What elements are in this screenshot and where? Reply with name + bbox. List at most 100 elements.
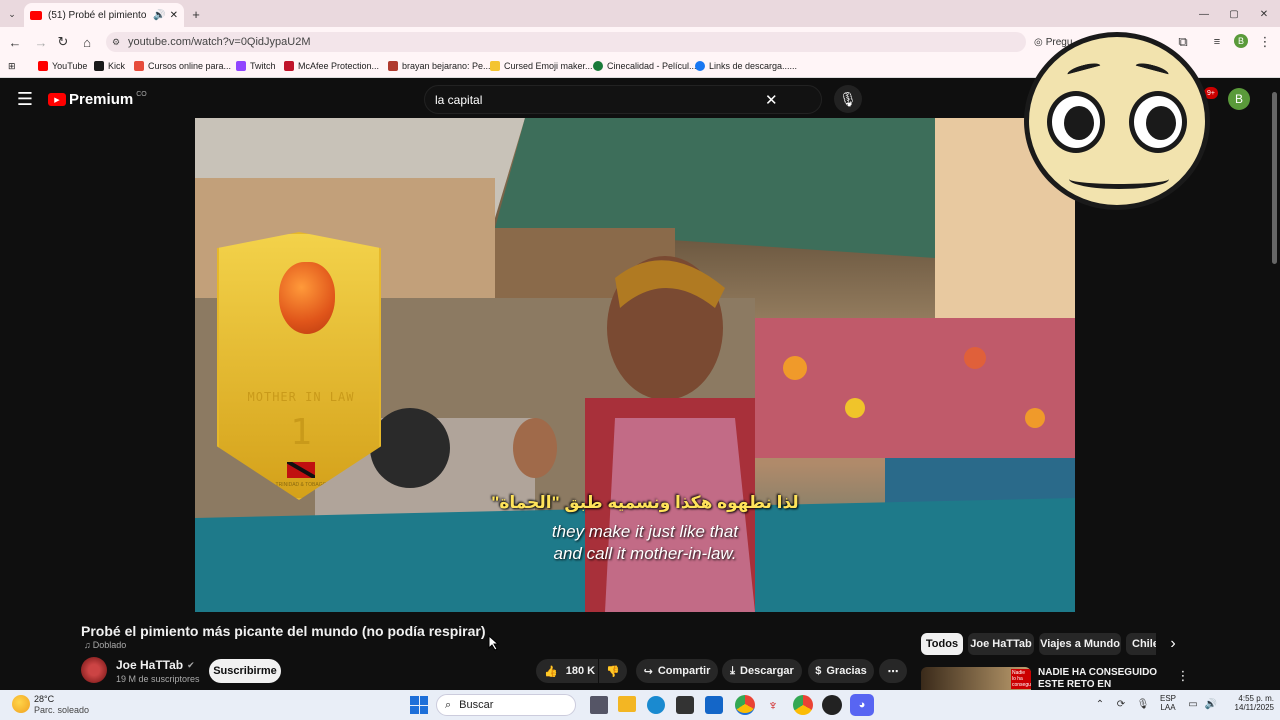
- youtube-favicon-icon: [30, 10, 42, 20]
- url-field[interactable]: ⚙ youtube.com/watch?v=0QidJypaU2M: [106, 32, 1026, 52]
- video-metadata: Probé el pimiento más picante del mundo …: [0, 612, 1280, 690]
- extensions-icon[interactable]: ⧉: [1174, 33, 1192, 51]
- country-code: CO: [136, 91, 147, 98]
- task-view-icon[interactable]: [590, 696, 608, 714]
- recommended-thumbnail[interactable]: Nadie lo ha conseguido: [921, 667, 1031, 690]
- windows-start-icon[interactable]: [410, 696, 428, 714]
- bookmark-kick[interactable]: Kick: [94, 61, 125, 71]
- home-icon[interactable]: ⌂: [78, 33, 96, 51]
- media-icon[interactable]: ≡: [1208, 33, 1226, 51]
- channel-avatar[interactable]: [81, 657, 107, 683]
- thanks-button[interactable]: $ Gracias: [808, 659, 874, 683]
- microphone-icon[interactable]: 🎙: [834, 85, 862, 113]
- clock-date: 14/11/2025: [1234, 703, 1274, 712]
- chatgpt-icon[interactable]: [822, 695, 842, 715]
- forward-icon[interactable]: →: [32, 33, 50, 51]
- account-avatar[interactable]: B: [1228, 88, 1250, 110]
- vpn-icon[interactable]: ♆: [764, 696, 782, 714]
- dubbed-label: Doblado: [92, 640, 127, 650]
- clear-search-icon[interactable]: ✕: [765, 91, 778, 109]
- bookmark-cinecalidad[interactable]: Cinecalidad - Películ...: [593, 61, 697, 71]
- page-scrollbar[interactable]: [1270, 80, 1280, 690]
- tab-list-icon[interactable]: ⌄: [4, 6, 20, 22]
- network-icon[interactable]: ▭: [1186, 697, 1200, 711]
- download-button[interactable]: ⤓ Descargar: [722, 659, 802, 683]
- language-indicator[interactable]: ESP LAA: [1160, 694, 1176, 712]
- profile-avatar[interactable]: B: [1234, 34, 1248, 48]
- lang-secondary: LAA: [1160, 703, 1176, 712]
- volume-icon[interactable]: 🔊: [1204, 697, 1218, 711]
- bookmark-links[interactable]: Links de descarga......: [695, 61, 797, 71]
- minimize-icon[interactable]: —: [1196, 6, 1212, 22]
- subscribe-button[interactable]: Suscribirme: [209, 659, 281, 683]
- clock-time: 4:55 p. m.: [1238, 694, 1274, 703]
- site-info-icon[interactable]: ⚙: [112, 37, 120, 48]
- weather-icon[interactable]: [12, 695, 30, 713]
- like-button[interactable]: 👍 180 K: [536, 659, 598, 683]
- bookmark-label: Twitch: [250, 61, 276, 71]
- edge-icon[interactable]: [647, 696, 665, 714]
- chip-todos[interactable]: Todos: [921, 633, 963, 655]
- like-count: 180 K: [565, 665, 596, 677]
- browser-tab[interactable]: (51) Probé el pimiento más 🔊 ✕: [24, 3, 184, 27]
- bookmark-youtube[interactable]: YouTube: [38, 61, 87, 71]
- dislike-button[interactable]: 👎: [599, 659, 627, 683]
- bookmark-brayan[interactable]: brayan bejarano: Pe...: [388, 61, 491, 71]
- english-subtitle-line2: and call it mother-in-law.: [553, 544, 737, 563]
- bookmark-label: Kick: [108, 61, 126, 71]
- taskbar-search[interactable]: ⌕ Buscar: [436, 694, 576, 716]
- taskbar-search-label: Buscar: [459, 699, 494, 711]
- bookmark-cursos[interactable]: Cursos online para...: [134, 61, 231, 71]
- speaker-icon[interactable]: 🔊: [153, 10, 165, 21]
- arabic-subtitle: لذا نطهوه هكذا ونسميه طبق "الحماة": [491, 493, 799, 512]
- close-tab-icon[interactable]: ✕: [170, 10, 178, 21]
- chrome-profile-icon[interactable]: [793, 695, 813, 715]
- chip-chile[interactable]: Chile: [1126, 633, 1156, 655]
- download-icon: ⤓: [730, 664, 736, 677]
- back-icon[interactable]: ←: [6, 33, 24, 51]
- search-input[interactable]: la capital ✕: [424, 85, 822, 114]
- file-explorer-icon[interactable]: [618, 696, 636, 712]
- maximize-icon[interactable]: ▢: [1226, 6, 1242, 22]
- bookmark-label: brayan bejarano: Pe...: [402, 61, 491, 71]
- video-player[interactable]: MOTHER IN LAW 1 TRINIDAD & TOBAGO لذا نط…: [195, 118, 1075, 612]
- share-label: Compartir: [657, 665, 711, 677]
- chrome-icon[interactable]: [735, 695, 755, 715]
- close-window-icon[interactable]: ✕: [1256, 6, 1272, 22]
- mail-icon[interactable]: [705, 696, 723, 714]
- youtube-premium-logo[interactable]: ▶ Premium CO: [48, 91, 147, 108]
- bookmark-mcafee[interactable]: McAfee Protection...: [284, 61, 379, 71]
- tray-chevron-icon[interactable]: ⌃: [1094, 697, 1106, 711]
- recommended-title[interactable]: NADIE HA CONSEGUIDO ESTE RETO EN ARGENTI…: [1038, 667, 1168, 690]
- chip-joe-hattab[interactable]: Joe HaTTab: [968, 633, 1034, 655]
- channel-name[interactable]: Joe HaTTab ✔: [116, 658, 195, 672]
- weather-desc: Parc. soleado: [34, 705, 90, 715]
- chevron-right-icon[interactable]: ›: [1164, 633, 1182, 655]
- bookmark-label: Cursed Emoji maker...: [504, 61, 593, 71]
- sync-icon[interactable]: ⟳: [1114, 697, 1128, 711]
- thanks-label: Gracias: [826, 665, 867, 677]
- more-actions-icon[interactable]: ⋯: [879, 659, 907, 683]
- pepper-image: [279, 262, 335, 334]
- apps-icon[interactable]: ⊞: [8, 61, 16, 72]
- share-button[interactable]: ↪ Compartir: [636, 659, 718, 683]
- bookmark-cursed-emoji[interactable]: Cursed Emoji maker...: [490, 61, 593, 71]
- scrollbar-thumb[interactable]: [1272, 92, 1277, 264]
- bookmark-twitch[interactable]: Twitch: [236, 61, 276, 71]
- store-icon[interactable]: [676, 696, 694, 714]
- trinidad-flag-icon: [287, 462, 315, 478]
- lang-primary: ESP: [1160, 694, 1177, 703]
- chip-viajes[interactable]: Viajes a Mundo: [1039, 633, 1121, 655]
- bookmark-label: YouTube: [52, 61, 88, 71]
- hamburger-menu-icon[interactable]: ☰: [14, 89, 36, 109]
- menu-kebab-icon[interactable]: ⋮: [1258, 33, 1272, 51]
- new-tab-button[interactable]: +: [188, 6, 204, 22]
- share-icon: ↪: [643, 665, 653, 678]
- recommended-menu-icon[interactable]: ⋮: [1176, 668, 1190, 684]
- clock[interactable]: 4:55 p. m. 14/11/2025: [1222, 694, 1274, 712]
- download-label: Descargar: [740, 665, 794, 677]
- mic-tray-icon[interactable]: 🎙: [1136, 697, 1150, 711]
- discord-icon[interactable]: ◕: [850, 694, 874, 716]
- reload-icon[interactable]: ↻: [54, 33, 72, 51]
- dub-icon: ♫: [84, 640, 91, 650]
